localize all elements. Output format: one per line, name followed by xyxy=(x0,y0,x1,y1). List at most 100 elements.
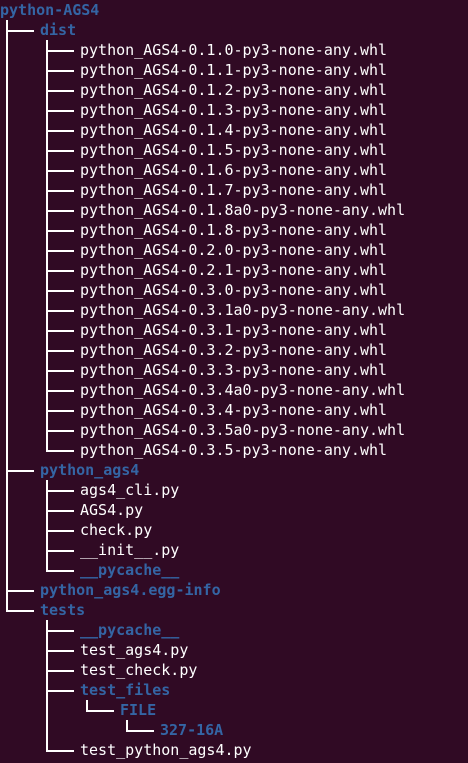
file-label-test-python-ags4-py[interactable]: test_python_ags4.py xyxy=(80,740,252,760)
tree-guide-line xyxy=(6,380,8,400)
tree-file-row-python-ags4-0-1-6-py3-none-any-whl: python_AGS4-0.1.6-py3-none-any.whl xyxy=(0,160,468,180)
tree-dir-row-dist: dist xyxy=(0,20,468,40)
tree-dir-row-python-ags4-egg-info: python_ags4.egg-info xyxy=(0,580,468,600)
tree-branch-line xyxy=(46,250,74,252)
folder-label-test-files[interactable]: test_files xyxy=(80,680,170,700)
tree-guide-line xyxy=(6,140,8,160)
tree-guide-line xyxy=(6,420,8,440)
tree-guide-line xyxy=(6,240,8,260)
tree-branch-line xyxy=(6,610,34,612)
tree-root-label[interactable]: python-AGS4 xyxy=(0,0,99,20)
folder-label-pycache[interactable]: __pycache__ xyxy=(80,560,179,580)
file-label-python-ags4-0-3-3-py3-none-any-whl[interactable]: python_AGS4-0.3.3-py3-none-any.whl xyxy=(80,360,387,380)
tree-branch-line xyxy=(6,590,34,592)
file-label-python-ags4-0-1-6-py3-none-any-whl[interactable]: python_AGS4-0.1.6-py3-none-any.whl xyxy=(80,160,387,180)
tree-guide-line xyxy=(6,400,8,420)
tree-file-row-python-ags4-0-3-1-py3-none-any-whl: python_AGS4-0.3.1-py3-none-any.whl xyxy=(0,320,468,340)
tree-branch-line xyxy=(46,690,74,692)
tree-file-row-check-py: check.py xyxy=(0,520,468,540)
folder-label-dist[interactable]: dist xyxy=(40,20,76,40)
tree-branch-line xyxy=(46,130,74,132)
tree-guide-line xyxy=(6,320,8,340)
file-label-python-ags4-0-3-5-py3-none-any-whl[interactable]: python_AGS4-0.3.5-py3-none-any.whl xyxy=(80,440,387,460)
tree-guide-line xyxy=(6,540,8,560)
tree-guide-line xyxy=(6,100,8,120)
tree-dir-row-tests: tests xyxy=(0,600,468,620)
tree-file-row-python-ags4-0-1-8a0-py3-none-any-whl: python_AGS4-0.1.8a0-py3-none-any.whl xyxy=(0,200,468,220)
file-label-python-ags4-0-1-3-py3-none-any-whl[interactable]: python_AGS4-0.1.3-py3-none-any.whl xyxy=(80,100,387,120)
file-label-ags4-cli-py[interactable]: ags4_cli.py xyxy=(80,480,179,500)
tree-guide-line xyxy=(6,440,8,460)
tree-file-row-python-ags4-0-3-3-py3-none-any-whl: python_AGS4-0.3.3-py3-none-any.whl xyxy=(0,360,468,380)
file-label-python-ags4-0-3-4-py3-none-any-whl[interactable]: python_AGS4-0.3.4-py3-none-any.whl xyxy=(80,400,387,420)
tree-branch-line xyxy=(46,510,74,512)
tree-file-row-ags4-py: AGS4.py xyxy=(0,500,468,520)
file-label-python-ags4-0-1-4-py3-none-any-whl[interactable]: python_AGS4-0.1.4-py3-none-any.whl xyxy=(80,120,387,140)
tree-dir-row-python-ags4: python_ags4 xyxy=(0,460,468,480)
file-label-python-ags4-0-3-1a0-py3-none-any-whl[interactable]: python_AGS4-0.3.1a0-py3-none-any.whl xyxy=(80,300,405,320)
folder-label-python-ags4[interactable]: python_ags4 xyxy=(40,460,139,480)
tree-file-row-python-ags4-0-2-0-py3-none-any-whl: python_AGS4-0.2.0-py3-none-any.whl xyxy=(0,240,468,260)
tree-file-row-ags4-cli-py: ags4_cli.py xyxy=(0,480,468,500)
tree-branch-line xyxy=(46,190,74,192)
tree-dir-row-file: FILE xyxy=(0,700,468,720)
tree-branch-line xyxy=(6,470,34,472)
file-label-python-ags4-0-1-8a0-py3-none-any-whl[interactable]: python_AGS4-0.1.8a0-py3-none-any.whl xyxy=(80,200,405,220)
tree-guide-line xyxy=(6,180,8,200)
folder-label-python-ags4-egg-info[interactable]: python_ags4.egg-info xyxy=(40,580,221,600)
file-label-python-ags4-0-1-5-py3-none-any-whl[interactable]: python_AGS4-0.1.5-py3-none-any.whl xyxy=(80,140,387,160)
file-label-python-ags4-0-3-1-py3-none-any-whl[interactable]: python_AGS4-0.3.1-py3-none-any.whl xyxy=(80,320,387,340)
folder-label-pycache[interactable]: __pycache__ xyxy=(80,620,179,640)
tree-branch-line xyxy=(46,210,74,212)
file-label-python-ags4-0-3-5a0-py3-none-any-whl[interactable]: python_AGS4-0.3.5a0-py3-none-any.whl xyxy=(80,420,405,440)
tree-file-row-python-ags4-0-1-1-py3-none-any-whl: python_AGS4-0.1.1-py3-none-any.whl xyxy=(0,60,468,80)
file-label-python-ags4-0-3-0-py3-none-any-whl[interactable]: python_AGS4-0.3.0-py3-none-any.whl xyxy=(80,280,387,300)
file-label-init-py[interactable]: __init__.py xyxy=(80,540,179,560)
folder-label-327-16a[interactable]: 327-16A xyxy=(160,720,223,740)
tree-branch-line xyxy=(86,710,114,712)
file-label-ags4-py[interactable]: AGS4.py xyxy=(80,500,143,520)
tree-file-row-python-ags4-0-3-0-py3-none-any-whl: python_AGS4-0.3.0-py3-none-any.whl xyxy=(0,280,468,300)
tree-root-row: python-AGS4 xyxy=(0,0,468,20)
tree-guide-line xyxy=(6,280,8,300)
file-label-check-py[interactable]: check.py xyxy=(80,520,152,540)
tree-guide-line xyxy=(46,720,48,740)
file-label-python-ags4-0-1-2-py3-none-any-whl[interactable]: python_AGS4-0.1.2-py3-none-any.whl xyxy=(80,80,387,100)
tree-branch-line xyxy=(46,750,74,752)
tree-branch-line xyxy=(126,730,154,732)
tree-file-row-python-ags4-0-3-1a0-py3-none-any-whl: python_AGS4-0.3.1a0-py3-none-any.whl xyxy=(0,300,468,320)
tree-guide-line xyxy=(6,260,8,280)
file-label-python-ags4-0-1-0-py3-none-any-whl[interactable]: python_AGS4-0.1.0-py3-none-any.whl xyxy=(80,40,387,60)
file-label-test-check-py[interactable]: test_check.py xyxy=(80,660,197,680)
file-label-python-ags4-0-3-4a0-py3-none-any-whl[interactable]: python_AGS4-0.3.4a0-py3-none-any.whl xyxy=(80,380,405,400)
file-label-python-ags4-0-2-1-py3-none-any-whl[interactable]: python_AGS4-0.2.1-py3-none-any.whl xyxy=(80,260,387,280)
tree-branch-line xyxy=(46,390,74,392)
tree-branch-line xyxy=(46,410,74,412)
file-label-python-ags4-0-1-1-py3-none-any-whl[interactable]: python_AGS4-0.1.1-py3-none-any.whl xyxy=(80,60,387,80)
tree-guide-line xyxy=(6,480,8,500)
file-label-python-ags4-0-1-8-py3-none-any-whl[interactable]: python_AGS4-0.1.8-py3-none-any.whl xyxy=(80,220,387,240)
tree-branch-line xyxy=(46,630,74,632)
tree-branch-line xyxy=(46,370,74,372)
tree-guide-line xyxy=(6,360,8,380)
tree-guide-line xyxy=(6,300,8,320)
tree-branch-line xyxy=(46,70,74,72)
tree-branch-line xyxy=(46,90,74,92)
tree-guide-line xyxy=(6,220,8,240)
tree-branch-line xyxy=(46,50,74,52)
folder-label-file[interactable]: FILE xyxy=(120,700,156,720)
tree-branch-line xyxy=(46,110,74,112)
tree-branch-line xyxy=(46,330,74,332)
tree-guide-line xyxy=(46,700,48,720)
tree-file-row-python-ags4-0-1-2-py3-none-any-whl: python_AGS4-0.1.2-py3-none-any.whl xyxy=(0,80,468,100)
tree-file-row-test-check-py: test_check.py xyxy=(0,660,468,680)
file-label-python-ags4-0-1-7-py3-none-any-whl[interactable]: python_AGS4-0.1.7-py3-none-any.whl xyxy=(80,180,387,200)
tree-guide-line xyxy=(6,560,8,580)
tree-branch-line xyxy=(6,30,34,32)
folder-label-tests[interactable]: tests xyxy=(40,600,85,620)
file-label-python-ags4-0-2-0-py3-none-any-whl[interactable]: python_AGS4-0.2.0-py3-none-any.whl xyxy=(80,240,387,260)
tree-guide-line xyxy=(6,80,8,100)
file-label-python-ags4-0-3-2-py3-none-any-whl[interactable]: python_AGS4-0.3.2-py3-none-any.whl xyxy=(80,340,387,360)
tree-file-row-python-ags4-0-3-5-py3-none-any-whl: python_AGS4-0.3.5-py3-none-any.whl xyxy=(0,440,468,460)
file-label-test-ags4-py[interactable]: test_ags4.py xyxy=(80,640,188,660)
